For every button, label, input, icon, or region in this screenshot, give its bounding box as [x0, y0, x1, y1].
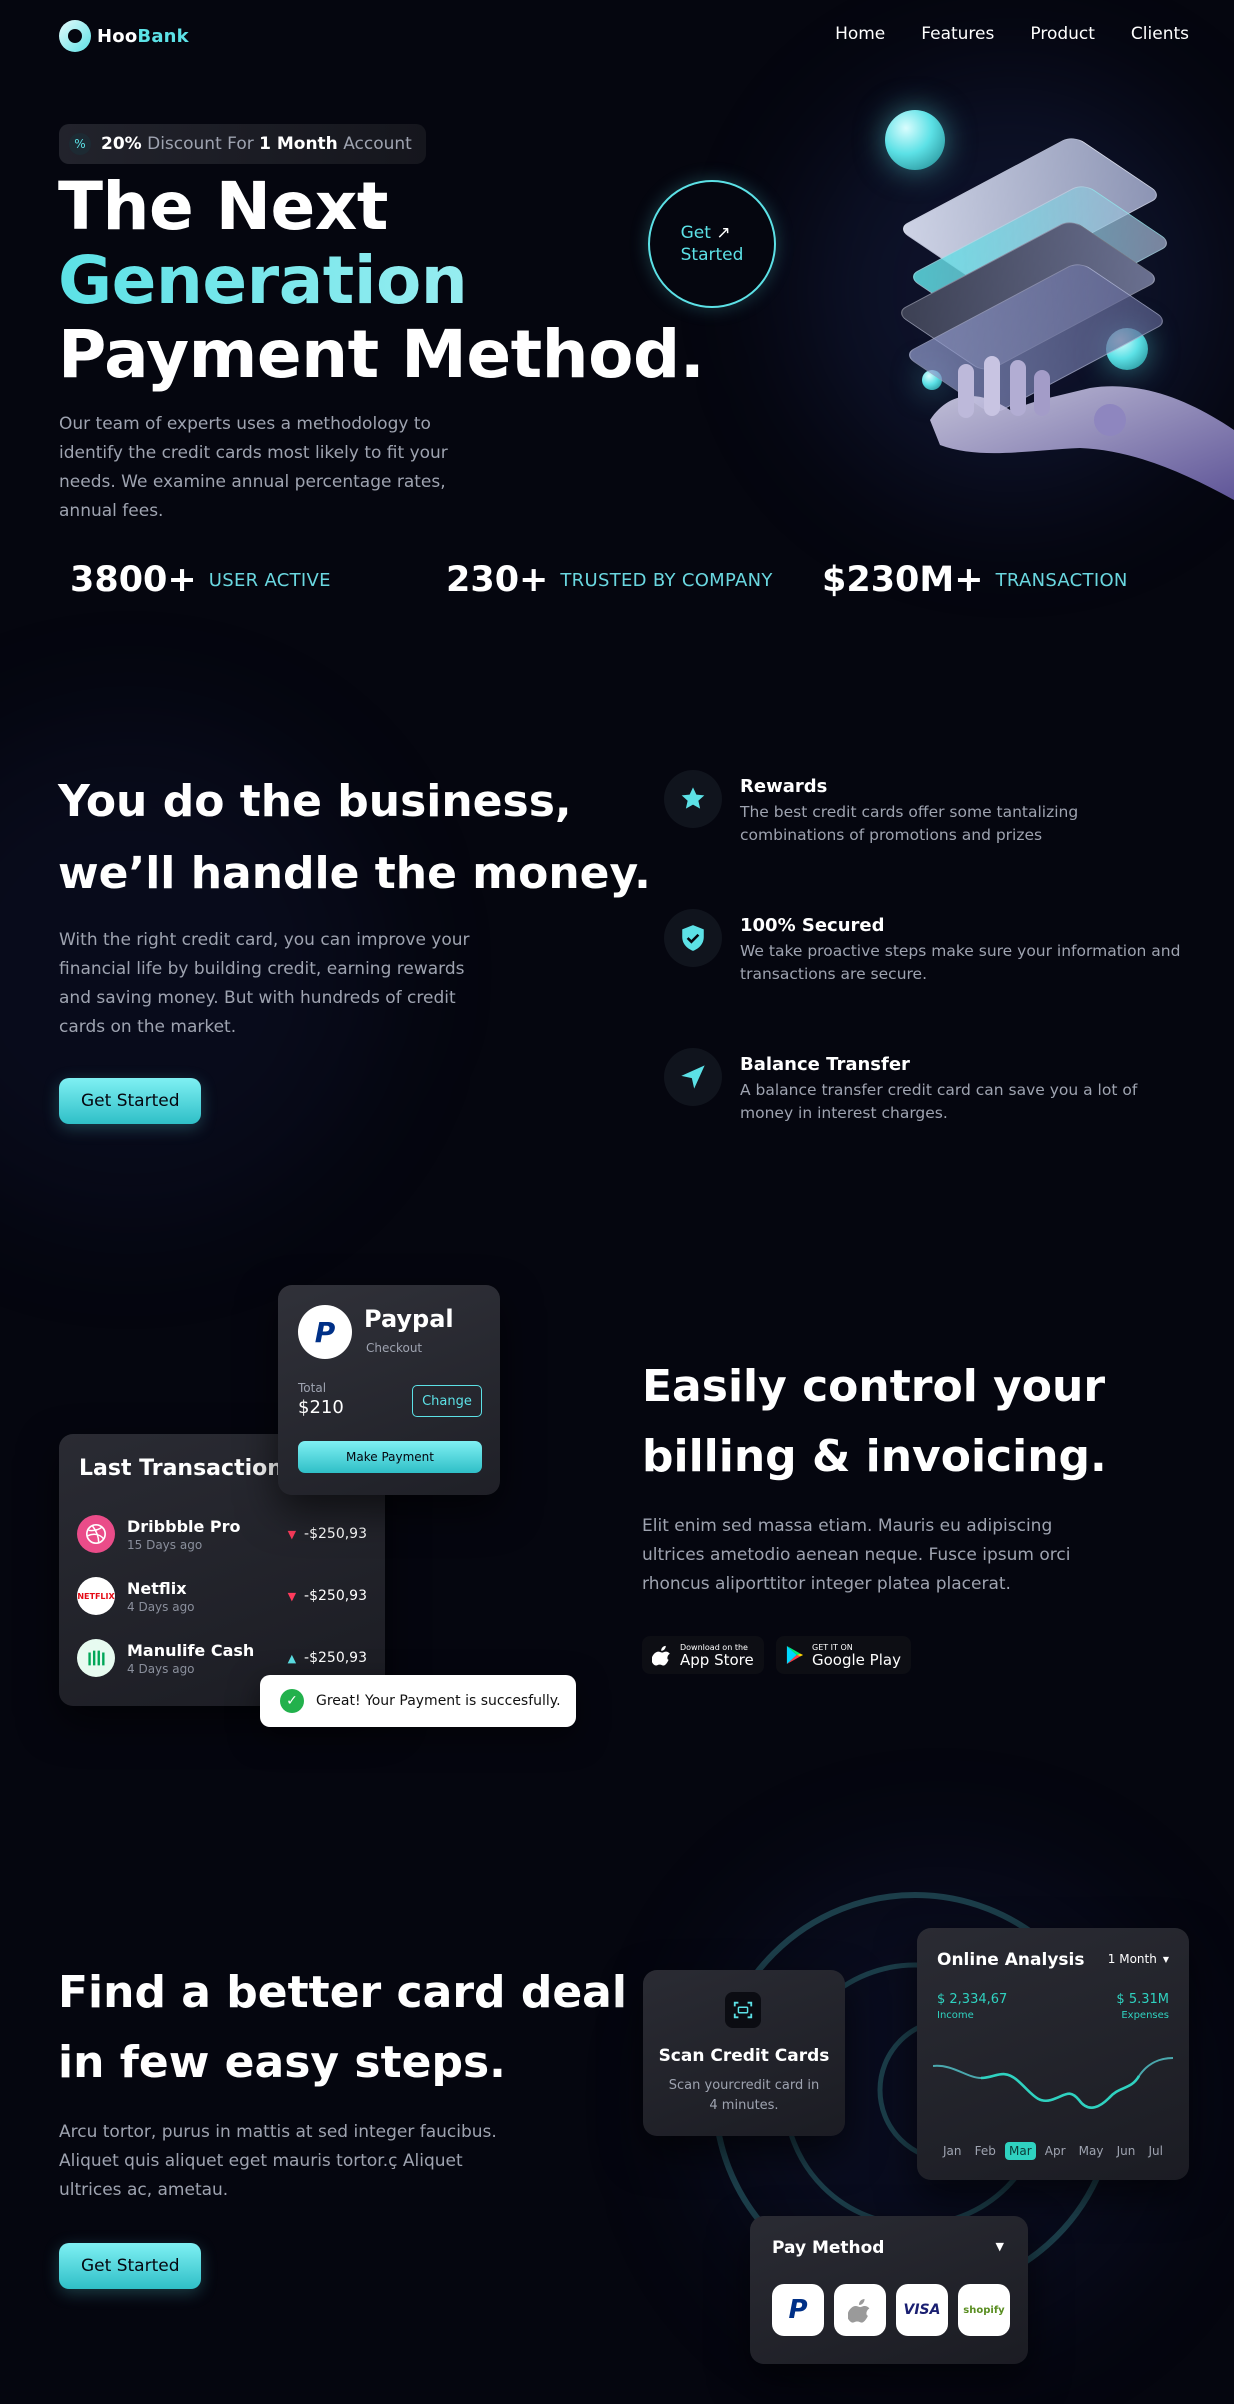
stat-transactions: $230M+ TRANSACTION: [822, 560, 1128, 600]
pay-method-title: Pay Method: [772, 2238, 885, 2258]
scan-card-panel: Scan Credit Cards Scan yourcredit card i…: [643, 1970, 845, 2136]
logo[interactable]: HooBank: [59, 20, 189, 52]
month-jun[interactable]: Jun: [1113, 2142, 1140, 2160]
period-select[interactable]: 1 Month ▼: [1108, 1952, 1169, 1966]
chevron-down-icon[interactable]: ▼: [996, 2240, 1004, 2253]
discount-badge: % 20% Discount For 1 Month Account: [59, 124, 426, 164]
make-payment-button[interactable]: Make Payment: [298, 1441, 482, 1473]
check-circle-icon: ✓: [280, 1689, 304, 1713]
main-nav: Home Features Product Clients: [835, 24, 1189, 44]
badge-text: 20% Discount For 1 Month Account: [101, 134, 412, 154]
nav-features[interactable]: Features: [921, 24, 994, 44]
pay-method-icons: P VISA shopify: [772, 2284, 1010, 2336]
month-jan[interactable]: Jan: [939, 2142, 966, 2160]
paypal-icon: P: [298, 1305, 352, 1359]
business-title: You do the business, we’ll handle the mo…: [58, 776, 651, 899]
stat-users: 3800+ USER ACTIVE: [70, 560, 331, 600]
apple-icon[interactable]: [834, 2284, 886, 2336]
pay-method-panel: Pay Method ▼ P VISA shopify: [750, 2216, 1028, 2364]
total-value: $210: [298, 1397, 344, 1418]
stat-companies: 230+ TRUSTED BY COMPANY: [446, 560, 773, 600]
hero-description: Our team of experts uses a methodology t…: [59, 414, 448, 521]
transaction-row[interactable]: Manulife Cash 4 Days ago ▲ -$250,93: [77, 1636, 367, 1680]
total-label: Total: [298, 1381, 327, 1395]
card-deal-title: Find a better card deal in few easy step…: [58, 1967, 627, 2088]
netflix-icon: NETFLIX: [77, 1577, 115, 1615]
get-started-circle-button[interactable]: Get ↗ Started: [648, 180, 776, 308]
payment-success-toast: ✓ Great! Your Payment is succesfully.: [260, 1675, 576, 1727]
change-button[interactable]: Change: [412, 1385, 482, 1417]
nav-clients[interactable]: Clients: [1131, 24, 1189, 44]
arrow-up-right-icon: ↗: [716, 223, 731, 243]
month-feb[interactable]: Feb: [971, 2142, 1000, 2160]
visa-icon[interactable]: VISA: [896, 2284, 948, 2336]
toast-text: Great! Your Payment is succesfully.: [316, 1693, 561, 1709]
last-transaction-title: Last Transaction: [79, 1456, 283, 1481]
sphere-large: [885, 110, 945, 170]
transaction-row[interactable]: NETFLIX Netflix 4 Days ago ▼ -$250,93: [77, 1574, 367, 1618]
google-play-button[interactable]: GET IT ON Google Play: [776, 1636, 911, 1674]
send-icon: [664, 1048, 722, 1106]
app-store-button[interactable]: Download on the App Store: [642, 1636, 764, 1674]
manulife-icon: [77, 1639, 115, 1677]
card-deal-get-started-button[interactable]: Get Started: [59, 2243, 202, 2289]
transaction-row[interactable]: Dribbble Pro 15 Days ago ▼ -$250,93: [77, 1512, 367, 1556]
income-value: $ 2,334,67: [937, 1992, 1008, 2007]
logo-icon: [59, 20, 91, 52]
stats-row: 3800+ USER ACTIVE 230+ TRUSTED BY COMPANY …: [70, 560, 1128, 600]
apple-icon: [652, 1645, 670, 1666]
arrow-down-icon: ▼: [287, 1527, 297, 1541]
feature-balance-transfer: Balance Transfer A balance transfer cred…: [664, 1048, 1184, 1125]
analysis-line-chart: [933, 2057, 1173, 2109]
percent-icon: %: [69, 133, 91, 155]
month-may[interactable]: May: [1075, 2142, 1108, 2160]
arrow-up-icon: ▲: [287, 1651, 297, 1665]
month-axis: Jan Feb Mar Apr May Jun Jul: [939, 2142, 1167, 2160]
month-apr[interactable]: Apr: [1041, 2142, 1070, 2160]
shopify-icon[interactable]: shopify: [958, 2284, 1010, 2336]
billing-title: Easily control your billing & invoicing.: [642, 1361, 1107, 1482]
income-label: Income: [937, 2010, 974, 2021]
month-mar[interactable]: Mar: [1005, 2142, 1036, 2160]
chevron-down-icon: ▼: [1162, 1954, 1169, 1964]
paypal-subtitle: Checkout: [366, 1341, 423, 1355]
google-play-icon: [786, 1646, 804, 1664]
hero-illustration: [850, 100, 1234, 520]
analysis-title: Online Analysis: [937, 1950, 1085, 1970]
paypal-title: Paypal: [364, 1305, 454, 1333]
business-description: With the right credit card, you can impr…: [59, 930, 470, 1037]
scan-icon: [725, 1992, 761, 2028]
feature-secured: 100% Secured We take proactive steps mak…: [664, 909, 1184, 986]
paypal-icon[interactable]: P: [772, 2284, 824, 2336]
robot-hand-icon: [930, 356, 1234, 500]
shield-icon: [664, 909, 722, 967]
billing-description: Elit enim sed massa etiam. Mauris eu adi…: [642, 1516, 1071, 1594]
paypal-checkout-card: P Paypal Checkout Total $210 Change Make…: [278, 1285, 500, 1495]
business-get-started-button[interactable]: Get Started: [59, 1078, 202, 1124]
scan-title: Scan Credit Cards: [658, 2046, 830, 2066]
expense-label: Expenses: [1121, 2010, 1169, 2021]
feature-rewards: Rewards The best credit cards offer some…: [664, 770, 1184, 847]
star-icon: [664, 770, 722, 828]
scan-description: Scan yourcredit card in 4 minutes.: [668, 2078, 820, 2113]
nav-product[interactable]: Product: [1030, 24, 1095, 44]
hero-title: The Next Generation Payment Method.: [58, 168, 705, 393]
logo-text: HooBank: [97, 25, 189, 47]
dribbble-icon: [77, 1515, 115, 1553]
month-jul[interactable]: Jul: [1144, 2142, 1166, 2160]
online-analysis-panel: Online Analysis 1 Month ▼ $ 2,334,67 Inco…: [917, 1928, 1189, 2180]
arrow-down-icon: ▼: [287, 1589, 297, 1603]
card-deal-description: Arcu tortor, purus in mattis at sed inte…: [59, 2122, 497, 2200]
expense-value: $ 5.31M: [1116, 1992, 1169, 2007]
nav-home[interactable]: Home: [835, 24, 885, 44]
